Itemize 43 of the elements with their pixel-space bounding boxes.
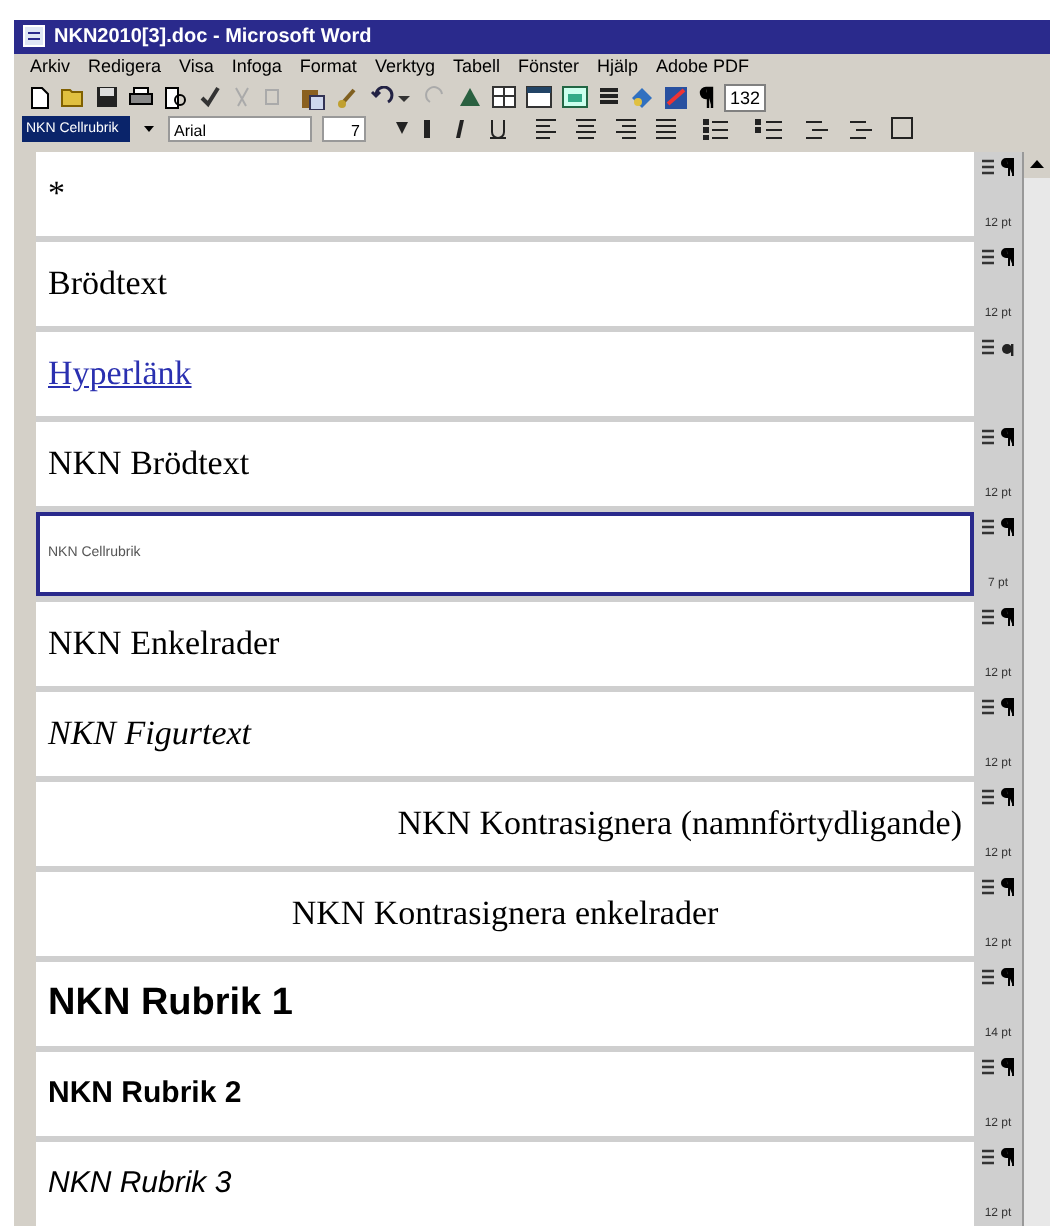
paste-icon[interactable] bbox=[300, 85, 326, 110]
style-list-item[interactable]: NKN Kontrasignera enkelrader bbox=[36, 872, 974, 956]
style-list-item[interactable]: NKN Rubrik 3 bbox=[36, 1142, 974, 1226]
menu-item[interactable]: Visa bbox=[179, 54, 214, 82]
style-list-item[interactable]: * bbox=[36, 152, 974, 236]
style-list-item[interactable]: NKN Rubrik 1 bbox=[36, 962, 974, 1046]
zoom-field[interactable]: 132 bbox=[724, 83, 767, 112]
style-list-item[interactable]: NKN Kontrasignera (namnförtydligande) bbox=[36, 782, 974, 866]
save-icon[interactable] bbox=[96, 86, 118, 109]
scroll-up-icon[interactable] bbox=[1024, 152, 1050, 178]
print-icon[interactable] bbox=[128, 86, 154, 109]
style-list-item[interactable]: NKN Rubrik 2 bbox=[36, 1052, 974, 1136]
spelling-icon[interactable] bbox=[198, 86, 220, 109]
font-field[interactable]: Arial bbox=[168, 115, 312, 142]
menu-item[interactable]: Infoga bbox=[231, 54, 282, 82]
columns-icon[interactable] bbox=[598, 86, 620, 109]
menu-item[interactable]: Hjälp bbox=[596, 54, 638, 82]
menu-item[interactable]: Tabell bbox=[452, 54, 500, 82]
menu-item[interactable]: Adobe PDF bbox=[656, 54, 750, 82]
preview-icon[interactable] bbox=[164, 85, 188, 110]
window-title: NKN2010[3].doc - Microsoft Word bbox=[54, 23, 372, 52]
new-document-icon[interactable] bbox=[30, 85, 50, 110]
pilcrow-icon[interactable] bbox=[698, 86, 714, 109]
drawing-icon[interactable] bbox=[630, 85, 654, 110]
scroll-bar[interactable] bbox=[1022, 152, 1050, 1226]
menu-item[interactable]: Verktyg bbox=[374, 54, 435, 82]
style-list-item[interactable]: NKN Enkelrader bbox=[36, 602, 974, 686]
table-icon[interactable] bbox=[492, 86, 516, 109]
style-list-item[interactable]: Hyperlänk bbox=[36, 332, 974, 416]
style-list-item[interactable]: NKN Figurtext bbox=[36, 692, 974, 776]
undo-icon[interactable] bbox=[370, 86, 414, 109]
spreadsheet-icon[interactable] bbox=[562, 86, 588, 109]
font-size-field[interactable]: 7 bbox=[322, 115, 366, 142]
menu-item[interactable]: Format bbox=[299, 54, 357, 82]
redo-icon bbox=[424, 86, 448, 109]
menu-item[interactable]: Fönster bbox=[517, 54, 579, 82]
brush-icon[interactable] bbox=[336, 85, 360, 110]
style-list-item[interactable]: Brödtext bbox=[36, 242, 974, 326]
menu-item[interactable]: Arkiv bbox=[30, 54, 70, 82]
menu-item[interactable]: Redigera bbox=[88, 54, 162, 82]
folder-icon[interactable] bbox=[60, 86, 86, 109]
window-icon[interactable] bbox=[526, 86, 552, 109]
style-list-item[interactable]: NKN Brödtext bbox=[36, 422, 974, 506]
